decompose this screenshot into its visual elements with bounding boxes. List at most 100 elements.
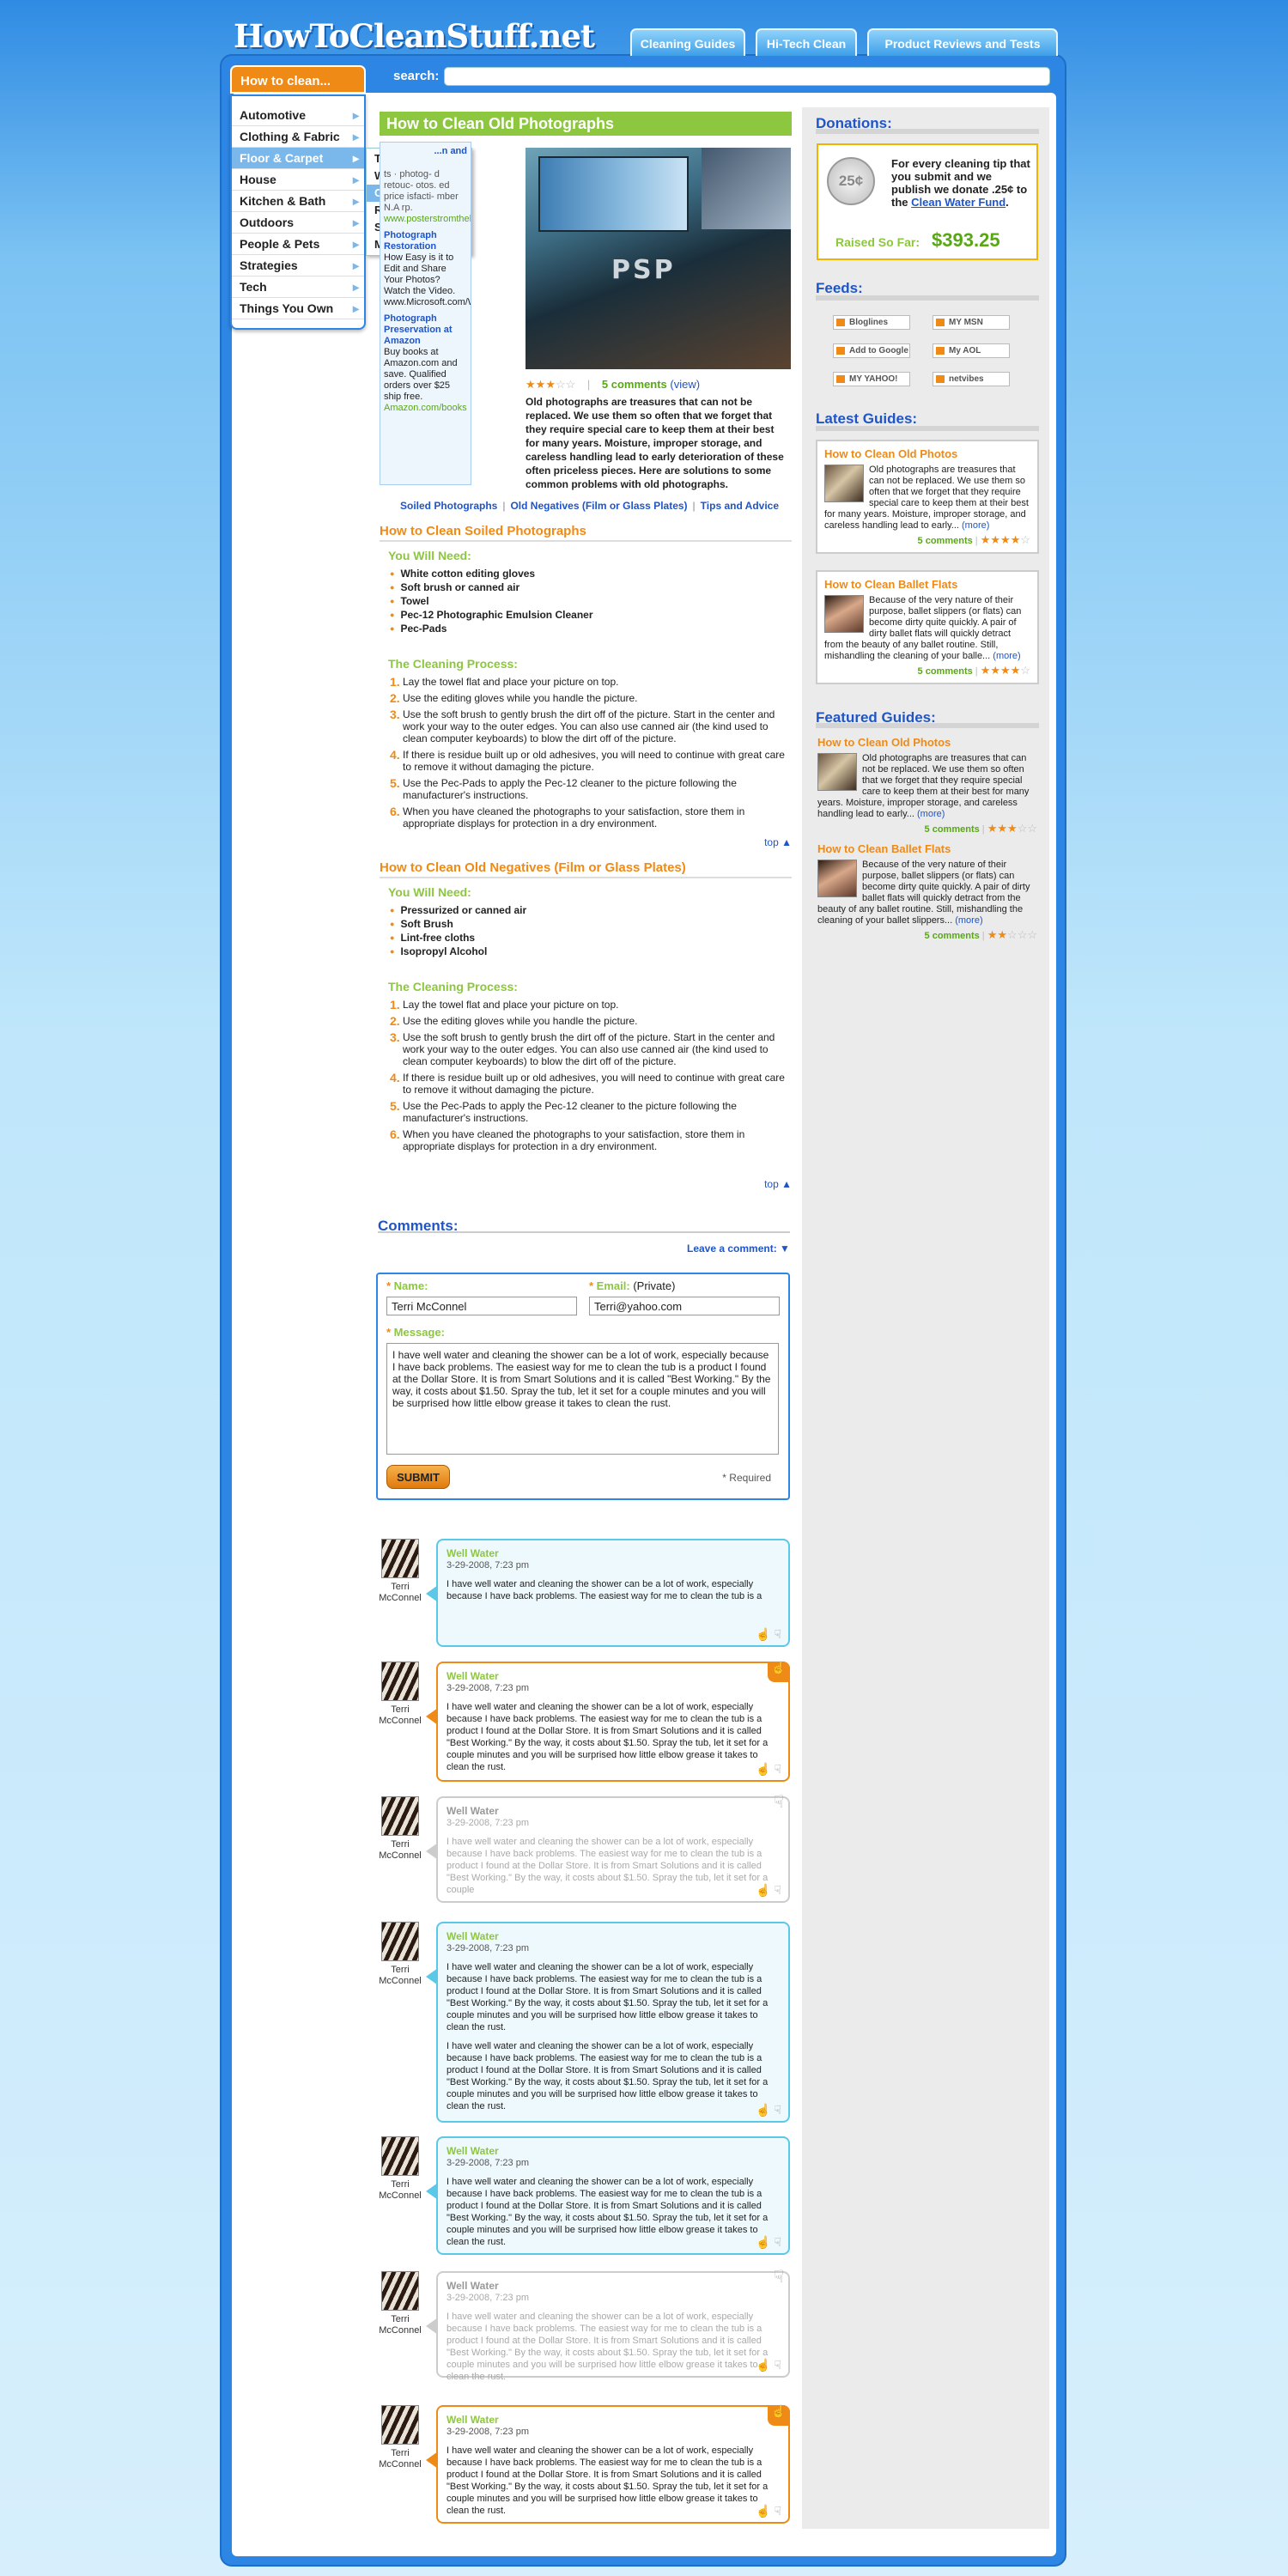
category-item[interactable]: Things You Own	[232, 298, 364, 319]
guide-comments-link[interactable]: 5 comments	[925, 824, 980, 835]
star-filled-icon: ★	[980, 533, 991, 546]
star-rating[interactable]: ★★★☆☆	[526, 378, 575, 391]
comment-author: Terri McConnel	[379, 1704, 422, 1726]
comment-form: * Name: Terri McConnel * Email: (Private…	[376, 1273, 790, 1500]
star-empty-icon: ☆	[1007, 928, 1018, 941]
thumbs-up-icon[interactable]: ☝	[756, 2504, 774, 2518]
guide-thumbnail[interactable]	[824, 465, 864, 502]
message-label: * Message:	[386, 1326, 445, 1339]
thumbs-up-badge-icon: ☝	[768, 2405, 790, 2426]
guide-star-rating: ★★★★☆	[981, 533, 1030, 546]
guide-star-rating: ★★☆☆☆	[987, 928, 1037, 941]
guide-title[interactable]: How to Clean Ballet Flats	[824, 579, 1030, 590]
guide-comments-link[interactable]: 5 comments	[918, 536, 973, 546]
thumbs-up-icon[interactable]: ☝	[756, 1883, 774, 1897]
required-note: * Required	[722, 1472, 771, 1484]
more-link[interactable]: (more)	[962, 520, 989, 531]
anchor-old-negatives[interactable]: Old Negatives (Film or Glass Plates)	[510, 500, 687, 512]
step-item: 4. If there is residue built up or old ad…	[390, 1072, 792, 1096]
ad-title[interactable]: Photograph Preservation at Amazon	[384, 313, 467, 347]
email-field[interactable]: Terri@yahoo.com	[589, 1297, 780, 1315]
view-comments-link[interactable]: (view)	[670, 378, 700, 391]
thumbs-up-icon[interactable]: ☝	[756, 1627, 774, 1641]
comment-bubble: Well Water 3-29-2008, 7:23 pm I have well …	[426, 1794, 790, 1903]
feed-button[interactable]: Add to Google	[833, 343, 910, 358]
coin-icon: 25¢	[827, 157, 875, 205]
guide-thumbnail[interactable]	[824, 595, 864, 633]
search-input[interactable]	[444, 67, 1050, 86]
category-item[interactable]: Outdoors	[232, 212, 364, 234]
thumbs-down-icon[interactable]: ☟	[774, 1627, 781, 1641]
thumbs-up-icon[interactable]: ☝	[756, 1762, 774, 1776]
guide-title[interactable]: How to Clean Old Photos	[824, 448, 1030, 459]
comment-author: Terri McConnel	[379, 2314, 422, 2336]
feed-button[interactable]: Bloglines	[833, 315, 910, 330]
feed-button[interactable]: netvibes	[933, 372, 1010, 386]
section-anchors: Soiled Photographs | Old Negatives (Film o…	[400, 500, 780, 512]
ad-url[interactable]: www.Microsoft.com/Windows	[384, 297, 471, 308]
star-empty-icon: ☆	[1017, 822, 1028, 835]
guide-title[interactable]: How to Clean Old Photos	[817, 737, 1037, 748]
star-filled-icon: ★	[990, 664, 1001, 677]
guide-comments-link[interactable]: 5 comments	[918, 666, 973, 677]
category-item[interactable]: House	[232, 169, 364, 191]
ad-partial-title[interactable]: ...n and	[384, 146, 468, 157]
category-item[interactable]: Floor & Carpet	[232, 148, 364, 169]
thumbs-up-icon[interactable]: ☝	[756, 2103, 774, 2117]
category-item[interactable]: Automotive	[232, 105, 364, 126]
guide-card: How to Clean Ballet Flats Because of the …	[816, 570, 1039, 684]
feed-button[interactable]: MY MSN	[933, 315, 1010, 330]
leave-comment-link[interactable]: Leave a comment: ▼	[687, 1242, 790, 1255]
guide-thumbnail[interactable]	[817, 860, 857, 897]
search-label: search:	[393, 69, 440, 83]
message-field[interactable]: I have well water and cleaning the showe…	[386, 1343, 779, 1455]
submit-button[interactable]: SUBMIT	[386, 1465, 450, 1489]
category-item[interactable]: Kitchen & Bath	[232, 191, 364, 212]
more-link[interactable]: (more)	[955, 915, 982, 926]
comment-text: I have well water and cleaning the showe…	[447, 1579, 762, 1601]
thumbs-down-icon[interactable]: ☟	[774, 2358, 781, 2372]
article-rating: ★★★☆☆ | 5 comments (view)	[526, 378, 701, 391]
step-text: If there is residue built up or old adhe…	[403, 749, 785, 773]
tab-hi-tech-clean[interactable]: Hi-Tech Clean	[756, 28, 857, 56]
thumbs-up-icon[interactable]: ☝	[756, 2358, 774, 2372]
step-number: 6.	[390, 1127, 400, 1141]
thumbs-down-icon[interactable]: ☟	[774, 2103, 781, 2117]
site-logo[interactable]: HowToCleanStuff.net	[234, 17, 595, 55]
tab-product-reviews[interactable]: Product Reviews and Tests	[867, 28, 1058, 56]
thumbs-up-icon[interactable]: ☝	[756, 2235, 774, 2249]
ad-item: Photograph Preservation at Amazon Buy bo…	[384, 313, 467, 414]
ad-url[interactable]: Amazon.com/books	[384, 403, 467, 414]
anchor-tips-advice[interactable]: Tips and Advice	[701, 500, 779, 512]
more-link[interactable]: (more)	[917, 809, 945, 819]
ad-title[interactable]: Photograph Restoration	[384, 230, 467, 252]
how-to-clean-button[interactable]: How to clean...	[230, 65, 366, 94]
thumbs-down-icon[interactable]: ☟	[774, 2504, 781, 2518]
comments-count-link[interactable]: 5 comments	[602, 378, 667, 391]
ad-partial-url[interactable]: www.posterstromtheheart.com	[384, 214, 471, 225]
back-to-top-link[interactable]: top ▲	[380, 1178, 792, 1190]
name-field[interactable]: Terri McConnel	[386, 1297, 577, 1315]
thumbs-down-icon[interactable]: ☟	[774, 2235, 781, 2249]
thumbs-down-icon[interactable]: ☟	[774, 1762, 781, 1776]
back-to-top-link[interactable]: top ▲	[380, 836, 792, 848]
category-item[interactable]: Tech	[232, 276, 364, 298]
tab-cleaning-guides[interactable]: Cleaning Guides	[630, 28, 745, 56]
step-item: 6. When you have cleaned the photographs …	[390, 1128, 792, 1152]
thumbs-down-icon[interactable]: ☟	[774, 1883, 781, 1897]
step-text: Use the soft brush to gently brush the d…	[403, 708, 775, 744]
clean-water-fund-link[interactable]: Clean Water Fund	[911, 196, 1005, 209]
category-item[interactable]: Clothing & Fabric	[232, 126, 364, 148]
guide-title[interactable]: How to Clean Ballet Flats	[817, 843, 1037, 854]
step-item: 4. If there is residue built up or old ad…	[390, 749, 792, 773]
ad-text: Buy books at Amazon.com and save. Qualif…	[384, 347, 458, 402]
category-item[interactable]: People & Pets	[232, 234, 364, 255]
anchor-soiled-photographs[interactable]: Soiled Photographs	[400, 500, 497, 512]
category-item[interactable]: Strategies	[232, 255, 364, 276]
more-link[interactable]: (more)	[993, 651, 1020, 661]
guide-thumbnail[interactable]	[817, 753, 857, 791]
comment-author: Terri McConnel	[379, 2179, 422, 2201]
feed-button[interactable]: My AOL	[933, 343, 1010, 358]
guide-comments-link[interactable]: 5 comments	[925, 931, 980, 941]
feed-button[interactable]: MY YAHOO!	[833, 372, 910, 386]
